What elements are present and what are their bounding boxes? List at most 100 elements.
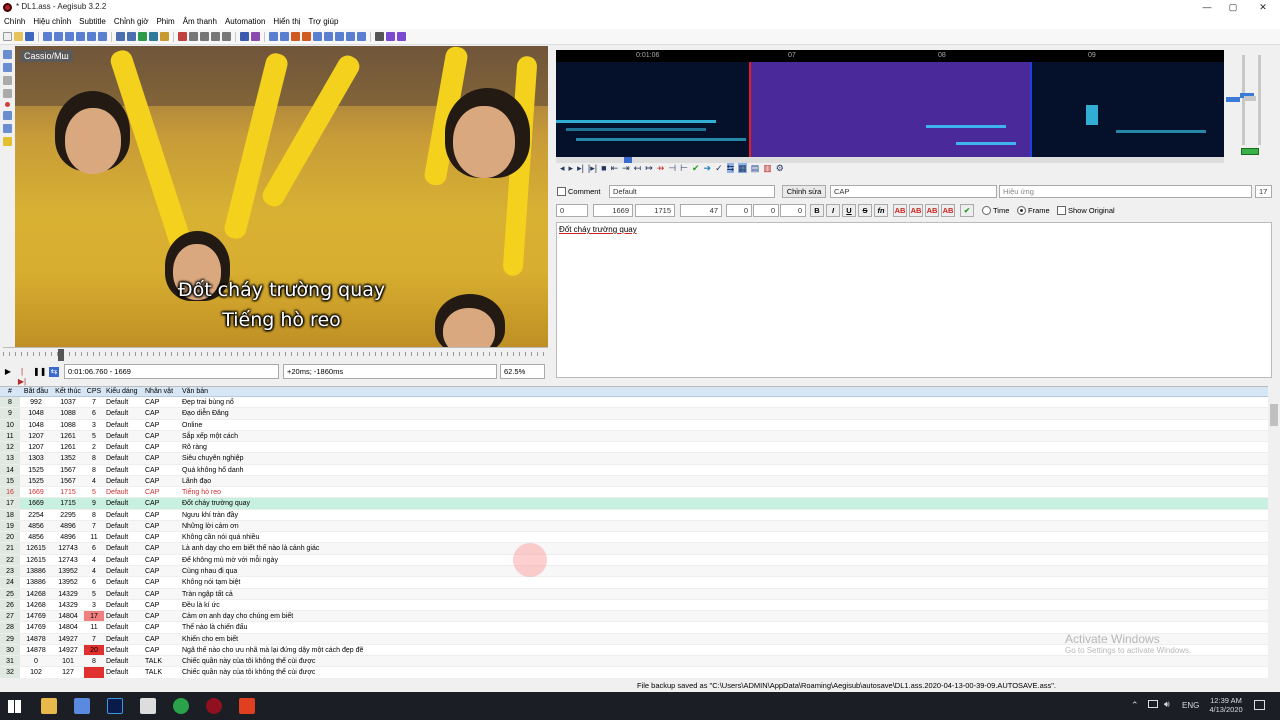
col-header-actor[interactable]: Nhân vật: [143, 387, 180, 396]
play-after-icon[interactable]: ⇥: [622, 163, 630, 173]
col-header-style[interactable]: Kiểu dáng: [104, 387, 143, 396]
volume-icon[interactable]: 🔊︎: [1164, 699, 1170, 710]
video-zoom-select[interactable]: 62.5%: [500, 364, 545, 379]
italic-button[interactable]: I: [826, 204, 840, 217]
zoom-out-icon[interactable]: [65, 32, 74, 41]
table-row[interactable]: 12 1207 1261 2 Default CAP Rõ ràng: [0, 442, 1268, 454]
menu-video[interactable]: Phim: [152, 15, 178, 29]
aegisub-taskbar-icon[interactable]: [206, 698, 222, 714]
col-header-cps[interactable]: CPS: [84, 387, 104, 396]
hotkeys-icon[interactable]: [386, 32, 395, 41]
file-explorer-icon[interactable]: [41, 698, 57, 714]
close-button[interactable]: ✕: [1250, 0, 1276, 15]
menu-timing[interactable]: Chỉnh giờ: [110, 15, 153, 29]
styling-assistant-icon[interactable]: [200, 32, 209, 41]
selection-end-marker[interactable]: [1030, 62, 1032, 157]
snap-start-icon[interactable]: [280, 32, 289, 41]
subtitle-text-editor[interactable]: Đốt cháy trường quay: [556, 222, 1272, 378]
spectrum-mode-icon[interactable]: ▦: [738, 163, 747, 173]
menu-automation[interactable]: Automation: [221, 15, 269, 29]
font-button[interactable]: fn: [874, 204, 888, 217]
tray-chevron-icon[interactable]: ⌃: [1131, 700, 1139, 711]
edit-style-button[interactable]: Chỉnh sửa: [782, 185, 826, 198]
style-select[interactable]: Default: [609, 185, 775, 198]
selection-start-marker[interactable]: [749, 62, 751, 157]
options-icon[interactable]: [375, 32, 384, 41]
next-line-icon[interactable]: ▸: [569, 163, 574, 173]
menu-edit[interactable]: Hiệu chỉnh: [29, 15, 75, 29]
fonts-collector-icon[interactable]: [149, 32, 158, 41]
table-row[interactable]: 20 4856 4896 11 Default CAP Không cần nói quá …: [0, 532, 1268, 544]
notifications-icon[interactable]: [1254, 700, 1265, 710]
jump-end-icon[interactable]: [98, 32, 107, 41]
shift-times-icon[interactable]: [269, 32, 278, 41]
play-end-icon[interactable]: ↦: [645, 163, 653, 173]
bookmark-icon[interactable]: [335, 32, 344, 41]
save-icon[interactable]: [25, 32, 34, 41]
menu-view[interactable]: Hiển thị: [269, 15, 304, 29]
snap-end-icon[interactable]: [291, 32, 300, 41]
rotate-xy-icon[interactable]: [3, 89, 12, 98]
shadow-color-button[interactable]: AB: [941, 204, 955, 217]
audio-options-icon[interactable]: ⚙: [776, 163, 784, 173]
open-video-icon[interactable]: [43, 32, 52, 41]
table-row[interactable]: 18 2254 2295 8 Default CAP Ngưu khí tràn đầy: [0, 509, 1268, 521]
primary-color-button[interactable]: AB: [893, 204, 907, 217]
browser-icon[interactable]: [173, 698, 189, 714]
pause-icon[interactable]: ❚❚: [33, 367, 46, 377]
slider-thumb-grey[interactable]: [1244, 96, 1256, 101]
table-row[interactable]: 26 14268 14329 3 Default CAP Đều là kí ức: [0, 599, 1268, 612]
table-row[interactable]: 14 1525 1567 8 Default CAP Quá không hổ danh: [0, 464, 1268, 476]
bold-button[interactable]: B: [810, 204, 824, 217]
jump-to-icon[interactable]: [76, 32, 85, 41]
open-file-icon[interactable]: [14, 32, 23, 41]
time-radio[interactable]: [982, 206, 991, 215]
volume-slider-track[interactable]: [1258, 55, 1261, 145]
automation-icon[interactable]: [178, 32, 187, 41]
autoscroll-icon[interactable]: ⇆: [49, 367, 59, 377]
styles-manager-icon[interactable]: [189, 32, 198, 41]
end-frame-input[interactable]: 1715: [635, 204, 675, 217]
grid-scroll-thumb[interactable]: [1270, 404, 1278, 426]
comment-checkbox[interactable]: [557, 187, 566, 196]
help-icon[interactable]: [3, 137, 12, 146]
standard-tool-icon[interactable]: [3, 50, 12, 59]
table-row[interactable]: 32 102 127 Default TALK Chiếc quần này của tô…: [0, 667, 1268, 678]
lead-in-icon[interactable]: ⊣: [668, 163, 676, 173]
network-icon[interactable]: [1148, 700, 1158, 708]
zoom-slider-thumb[interactable]: [1226, 97, 1240, 102]
menu-file[interactable]: Chính: [0, 15, 29, 29]
tag-toggle-icon[interactable]: [397, 32, 406, 41]
play-icon[interactable]: ▶: [3, 367, 13, 377]
show-original-checkbox[interactable]: [1057, 206, 1066, 215]
link-volume-toggle[interactable]: [1241, 148, 1259, 155]
outline-color-button[interactable]: AB: [925, 204, 939, 217]
store-icon[interactable]: [74, 698, 90, 714]
spellcheck-icon[interactable]: [346, 32, 355, 41]
table-row[interactable]: 23 13886 13952 4 Default CAP Cùng nhau đi qua: [0, 565, 1268, 578]
lead-out-icon[interactable]: ⊢: [680, 163, 688, 173]
col-header-end[interactable]: Kết thúc: [52, 387, 84, 396]
video-seek-bar[interactable]: [3, 347, 548, 361]
stop-icon[interactable]: [313, 32, 322, 41]
table-row[interactable]: 21 12615 12743 6 Default CAP Là anh dạy cho em…: [0, 543, 1268, 555]
prev-line-icon[interactable]: ◂: [560, 163, 565, 173]
table-row[interactable]: 27 14769 14804 17 Default CAP Cảm ơn anh dạy c…: [0, 611, 1268, 623]
karaoke-icon[interactable]: ▤: [751, 163, 760, 173]
zoom-in-icon[interactable]: [54, 32, 63, 41]
clock-icon[interactable]: [324, 32, 333, 41]
properties-icon[interactable]: [160, 32, 169, 41]
audio-spectrum-display[interactable]: 0:01:06 07 08 09: [556, 50, 1224, 157]
col-header-start[interactable]: Bắt đầu: [20, 387, 52, 396]
start-frame-input[interactable]: 1669: [593, 204, 633, 217]
photoshop-icon[interactable]: [107, 698, 123, 714]
maximize-button[interactable]: ▢: [1220, 0, 1246, 15]
play-selection-icon[interactable]: ▸|: [577, 163, 584, 173]
auto-commit-icon[interactable]: ✓: [715, 163, 723, 173]
attachments-icon[interactable]: [138, 32, 147, 41]
table-row[interactable]: 10 1048 1088 3 Default CAP Online: [0, 419, 1268, 431]
go-to-icon[interactable]: ➜: [704, 163, 712, 173]
seek-thumb[interactable]: [58, 349, 64, 361]
resample-icon[interactable]: [222, 32, 231, 41]
frame-radio[interactable]: [1017, 206, 1026, 215]
